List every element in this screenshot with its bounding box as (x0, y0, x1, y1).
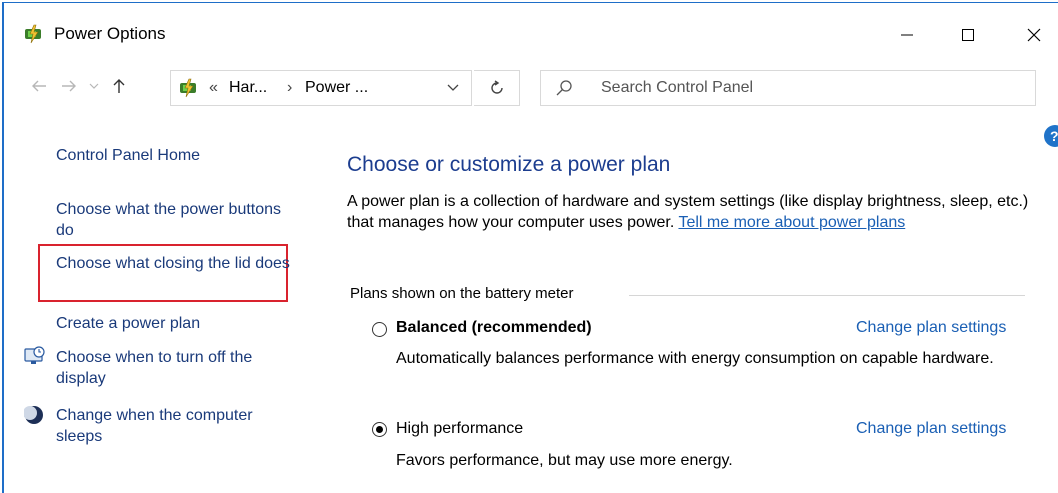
group-divider (629, 295, 1025, 296)
sidebar-control-panel-home[interactable]: Control Panel Home (56, 145, 200, 166)
power-options-icon (25, 24, 41, 44)
sidebar-computer-sleeps-link[interactable]: Change when the computer sleeps (56, 405, 296, 447)
maximize-button[interactable] (945, 15, 991, 55)
balanced-plan-name[interactable]: Balanced (recommended) (396, 319, 592, 337)
recent-locations-button[interactable] (86, 73, 102, 99)
sidebar-create-power-plan-link[interactable]: Create a power plan (56, 313, 200, 334)
minimize-button[interactable] (884, 15, 930, 55)
sidebar-turn-off-display-link[interactable]: Choose when to turn off the display (56, 347, 296, 389)
minimize-icon (901, 34, 913, 36)
balanced-plan-radio[interactable] (372, 322, 387, 337)
maximize-icon (962, 29, 974, 41)
forward-button[interactable] (56, 73, 82, 99)
power-options-icon (180, 78, 196, 98)
chevron-down-icon (89, 83, 99, 89)
window-title: Power Options (54, 24, 166, 43)
navigation-row: « Har... › Power ... (4, 63, 1058, 109)
page-title: Choose or customize a power plan (347, 153, 671, 176)
chevron-down-icon (447, 84, 459, 91)
search-icon (556, 80, 572, 96)
moon-icon (24, 406, 43, 424)
back-button[interactable] (26, 73, 52, 99)
address-bar[interactable]: « Har... › Power ... (170, 70, 472, 106)
search-input[interactable] (601, 76, 1021, 100)
up-arrow-icon (113, 79, 125, 93)
breadcrumb-hardware[interactable]: Har... (229, 79, 267, 97)
help-button[interactable]: ? (1044, 125, 1058, 147)
refresh-button[interactable] (474, 70, 520, 106)
title-bar: Power Options (4, 15, 1058, 55)
plans-group: Plans shown on the battery meter (347, 283, 1027, 307)
address-dropdown-button[interactable] (443, 81, 463, 97)
close-icon (1027, 28, 1041, 42)
up-button[interactable] (106, 73, 132, 99)
page-description: A power plan is a collection of hardware… (347, 191, 1037, 233)
power-options-window: Power Options « Har... › Power ... Searc… (2, 2, 1058, 493)
sidebar-power-buttons-link[interactable]: Choose what the power buttons do (56, 199, 286, 241)
close-button[interactable] (1011, 15, 1057, 55)
display-clock-icon (24, 346, 45, 364)
refresh-icon (490, 80, 503, 94)
search-box[interactable] (540, 70, 1036, 106)
plans-group-label: Plans shown on the battery meter (350, 285, 582, 302)
breadcrumb-separator[interactable]: › (287, 79, 292, 97)
breadcrumb-power-options[interactable]: Power ... (305, 79, 368, 97)
balanced-plan-description: Automatically balances performance with … (396, 350, 994, 367)
change-high-performance-plan-settings-link[interactable]: Change plan settings (856, 420, 1006, 438)
back-arrow-icon (32, 80, 46, 92)
address-overflow-chevron[interactable]: « (209, 79, 218, 97)
high-performance-plan-radio[interactable] (372, 422, 387, 437)
forward-arrow-icon (62, 80, 76, 92)
high-performance-plan-description: Favors performance, but may use more ene… (396, 452, 733, 469)
high-performance-plan-name[interactable]: High performance (396, 420, 523, 438)
tell-me-more-link[interactable]: Tell me more about power plans (678, 214, 905, 231)
change-balanced-plan-settings-link[interactable]: Change plan settings (856, 319, 1006, 337)
sidebar-closing-lid-link[interactable]: Choose what closing the lid does (56, 253, 296, 274)
